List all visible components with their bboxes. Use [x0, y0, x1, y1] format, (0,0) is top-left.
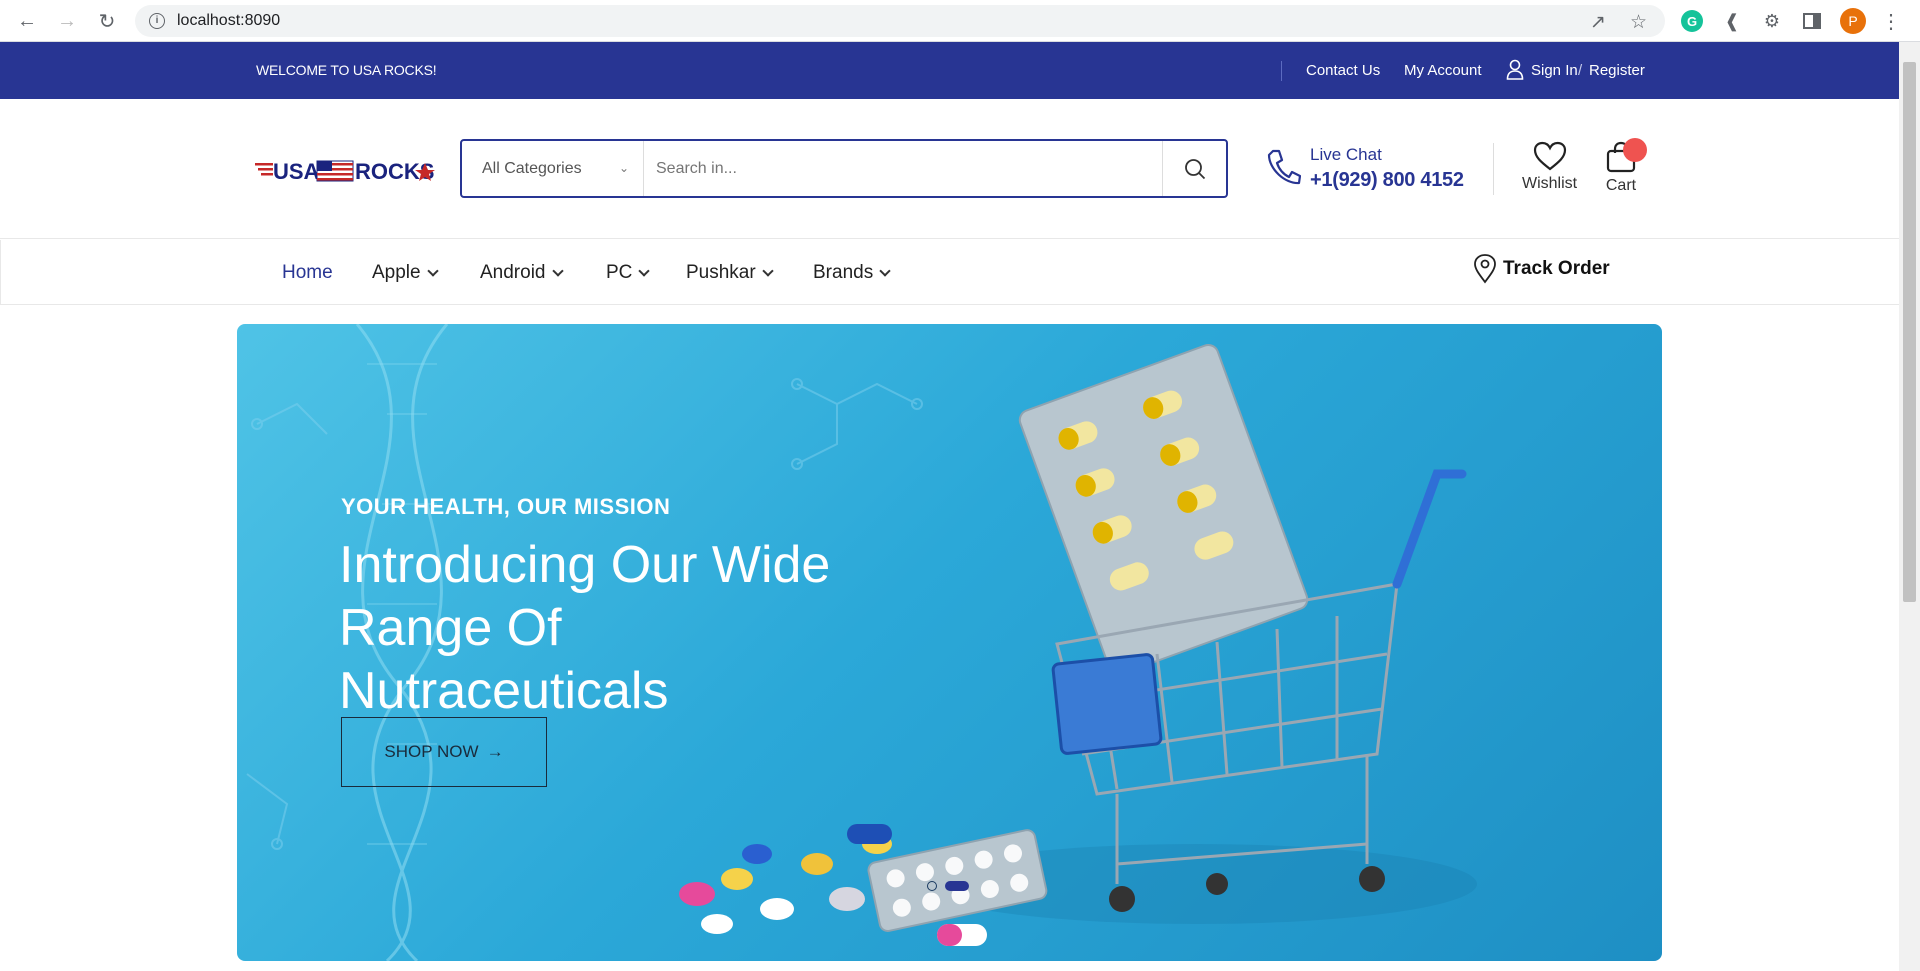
reload-icon[interactable]: ↻ [94, 8, 120, 34]
category-select-value: All Categories [482, 159, 582, 177]
search-bar: All Categories ⌄ [460, 139, 1228, 198]
share-icon[interactable]: ↗ [1590, 11, 1606, 34]
nav-item-pc[interactable]: PC [606, 262, 651, 284]
my-account-link[interactable]: My Account [1404, 62, 1482, 79]
nav-label: Android [480, 262, 546, 283]
site-info-icon[interactable]: i [149, 13, 165, 29]
nav-label: Brands [813, 262, 874, 283]
phone-number[interactable]: +1(929) 800 4152 [1310, 169, 1464, 192]
nav-item-brands[interactable]: Brands [813, 262, 891, 284]
wishlist-label: Wishlist [1522, 175, 1578, 192]
extension-icon[interactable]: ❰ [1721, 10, 1743, 32]
track-order-link[interactable]: Track Order [1473, 254, 1610, 284]
site-header: USA ROCKS All Categories ⌄ Search in... … [0, 99, 1899, 239]
nav-label: Pushkar [686, 262, 756, 283]
browser-toolbar: ← → ↻ i localhost:8090 ↗ ☆ G ❰ ⚙ P ⋮ [0, 0, 1920, 42]
register-link[interactable]: Register [1589, 62, 1645, 79]
contact-us-link[interactable]: Contact Us [1306, 62, 1380, 79]
header-divider [1493, 143, 1494, 195]
track-order-label: Track Order [1503, 258, 1610, 279]
menu-kebab-icon[interactable]: ⋮ [1880, 10, 1902, 33]
chevron-down-icon [879, 264, 891, 277]
nav-item-home[interactable]: Home [282, 262, 333, 284]
nav-label: Apple [372, 262, 421, 283]
cart-label: Cart [1605, 177, 1637, 194]
nav-item-android[interactable]: Android [480, 262, 564, 284]
signin-separator: / [1578, 62, 1583, 79]
slider-pagination [927, 881, 969, 891]
phone-icon [1267, 149, 1301, 185]
bookmark-star-icon[interactable]: ☆ [1630, 11, 1647, 34]
location-pin-icon [1474, 254, 1496, 284]
profile-avatar[interactable]: P [1840, 8, 1866, 34]
main-navigation: Home Apple Android PC Pushkar Brands Tra… [0, 240, 1899, 305]
search-icon [1184, 158, 1205, 179]
slider-dot-1[interactable] [927, 881, 937, 891]
cart-count-badge [1623, 138, 1647, 162]
chevron-down-icon: ⌄ [618, 161, 629, 175]
search-button[interactable] [1162, 141, 1226, 196]
forward-icon[interactable]: → [54, 8, 80, 34]
heart-icon [1533, 141, 1566, 171]
grammarly-extension-icon[interactable]: G [1681, 10, 1703, 32]
welcome-text: WELCOME TO USA ROCKS! [256, 62, 437, 78]
live-chat[interactable]: Live Chat +1(929) 800 4152 [1265, 143, 1465, 193]
category-select[interactable]: All Categories ⌄ [462, 141, 644, 196]
arrow-right-icon: → [486, 742, 504, 761]
logo-left-text: USA [273, 159, 320, 184]
site-logo[interactable]: USA ROCKS [255, 153, 435, 187]
search-input[interactable] [644, 141, 1162, 196]
live-chat-label: Live Chat [1310, 145, 1382, 164]
nav-item-pushkar[interactable]: Pushkar [686, 262, 774, 284]
hero-subtitle: YOUR HEALTH, OUR MISSION [341, 494, 671, 519]
user-icon [1506, 59, 1524, 80]
nav-label: Home [282, 262, 333, 283]
hero-title: Introducing Our Wide Range Of Nutraceuti… [339, 536, 831, 720]
nav-item-apple[interactable]: Apple [372, 262, 439, 284]
divider [1281, 61, 1282, 81]
top-bar: WELCOME TO USA ROCKS! Contact Us My Acco… [0, 42, 1899, 99]
chevron-down-icon [426, 264, 439, 277]
wishlist-button[interactable]: Wishlist [1522, 141, 1577, 193]
side-panel-icon[interactable] [1801, 10, 1823, 32]
chevron-down-icon [551, 264, 564, 277]
puzzle-extensions-icon[interactable]: ⚙ [1761, 10, 1783, 32]
back-icon[interactable]: ← [14, 8, 40, 34]
url-text[interactable]: localhost:8090 [177, 12, 280, 30]
chevron-down-icon [638, 264, 651, 277]
scrollbar-thumb[interactable] [1903, 62, 1916, 602]
shop-now-button[interactable]: SHOP NOW → [341, 717, 547, 787]
page-scrollbar[interactable] [1899, 42, 1920, 971]
chevron-down-icon [762, 264, 774, 277]
hero-banner: YOUR HEALTH, OUR MISSION Introducing Our… [237, 324, 1662, 961]
slider-dot-2[interactable] [945, 881, 969, 891]
shop-now-label: SHOP NOW [384, 742, 479, 761]
address-bar[interactable]: i localhost:8090 ↗ ☆ [135, 5, 1665, 37]
sign-in-link[interactable]: Sign In [1531, 62, 1578, 79]
nav-label: PC [606, 262, 633, 283]
